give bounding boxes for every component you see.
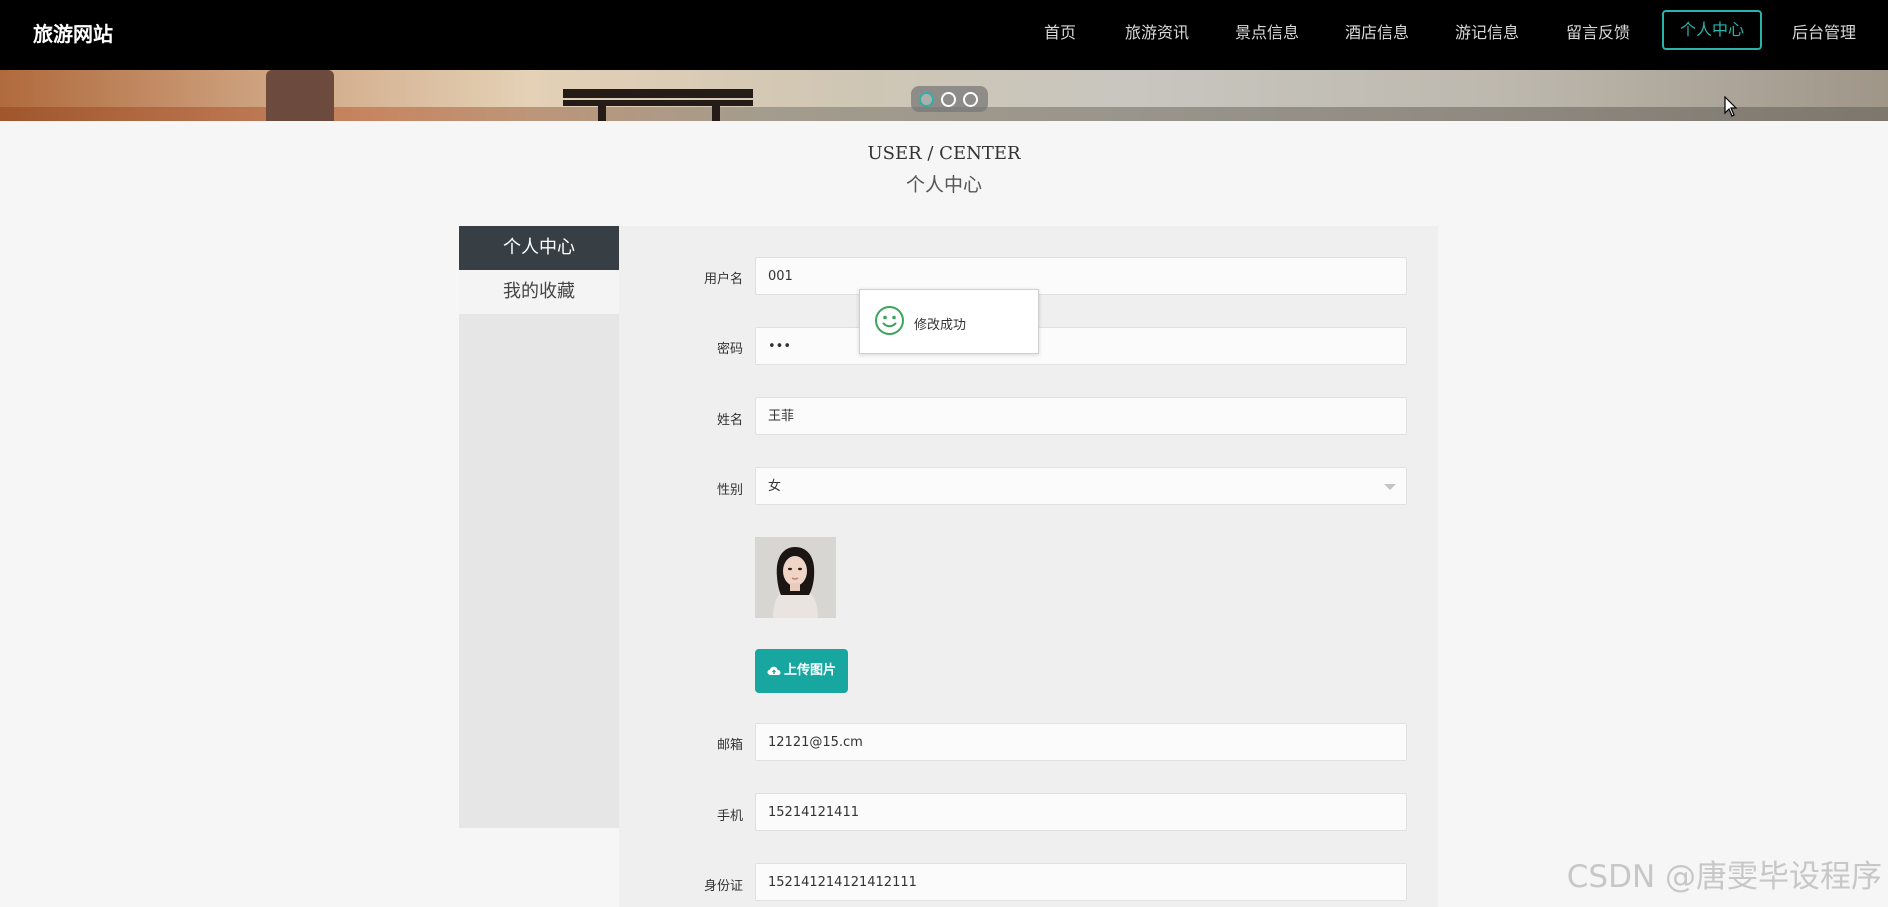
banner-bench-rail [563, 100, 753, 106]
nav-item-feedback[interactable]: 留言反馈 [1566, 19, 1630, 43]
toast-message: 修改成功 [914, 318, 967, 333]
banner-bench [563, 89, 753, 98]
email-field[interactable]: 12121@15.cm [755, 723, 1407, 761]
nav-item-travel-news[interactable]: 旅游资讯 [1125, 19, 1189, 43]
upload-image-button[interactable]: 上传图片 [755, 649, 848, 693]
gender-select[interactable]: 女 [755, 467, 1407, 505]
side-menu: 个人中心 我的收藏 [459, 226, 619, 828]
nav-item-home[interactable]: 首页 [1044, 19, 1076, 43]
smile-icon [875, 306, 904, 335]
nav-item-admin[interactable]: 后台管理 [1792, 19, 1856, 43]
upload-image-label: 上传图片 [783, 663, 836, 678]
side-item-favorites[interactable]: 我的收藏 [459, 270, 619, 314]
top-navbar: 旅游网站 首页 旅游资讯 景点信息 酒店信息 游记信息 留言反馈 个人中心 后台… [0, 0, 1888, 70]
carousel-indicators [911, 86, 988, 112]
site-logo-text[interactable]: 旅游网站 [33, 18, 113, 47]
name-label: 姓名 [716, 413, 743, 428]
email-label: 邮箱 [716, 738, 743, 753]
phone-field[interactable]: 15214121411 [755, 793, 1407, 831]
banner-bench-leg [598, 106, 606, 121]
password-label: 密码 [716, 342, 743, 357]
page-title-en: USER / CENTER [867, 143, 1021, 164]
watermark-text: CSDN @唐雯毕设程序 [1566, 859, 1882, 895]
gender-select-value: 女 [768, 479, 782, 494]
nav-item-travelogues[interactable]: 游记信息 [1455, 19, 1519, 43]
nav-item-attractions[interactable]: 景点信息 [1235, 19, 1299, 43]
banner-post [266, 70, 334, 121]
idcard-field[interactable]: 152141214121412111 [755, 863, 1407, 901]
carousel-dot-2[interactable] [941, 92, 956, 107]
name-field[interactable]: 王菲 [755, 397, 1407, 435]
carousel-dot-3[interactable] [963, 92, 978, 107]
username-label: 用户名 [703, 272, 743, 287]
carousel-dot-1[interactable] [919, 92, 934, 107]
username-field[interactable]: 001 [755, 257, 1407, 295]
side-item-user-center[interactable]: 个人中心 [459, 226, 619, 270]
phone-label: 手机 [716, 809, 743, 824]
nav-item-user-center[interactable]: 个人中心 [1662, 10, 1763, 50]
success-toast: 修改成功 [859, 289, 1039, 354]
idcard-label: 身份证 [703, 879, 743, 894]
banner-bench-leg [712, 106, 720, 121]
mouse-cursor-icon [1724, 96, 1738, 117]
chevron-down-icon [1384, 484, 1396, 490]
password-field[interactable]: ••• [755, 327, 1407, 365]
avatar-image [755, 537, 836, 618]
avatar-portrait [755, 537, 836, 618]
gender-label: 性别 [716, 483, 743, 498]
nav-item-hotels[interactable]: 酒店信息 [1345, 19, 1409, 43]
cloud-upload-icon [767, 666, 781, 675]
page-title-cn: 个人中心 [905, 174, 982, 196]
